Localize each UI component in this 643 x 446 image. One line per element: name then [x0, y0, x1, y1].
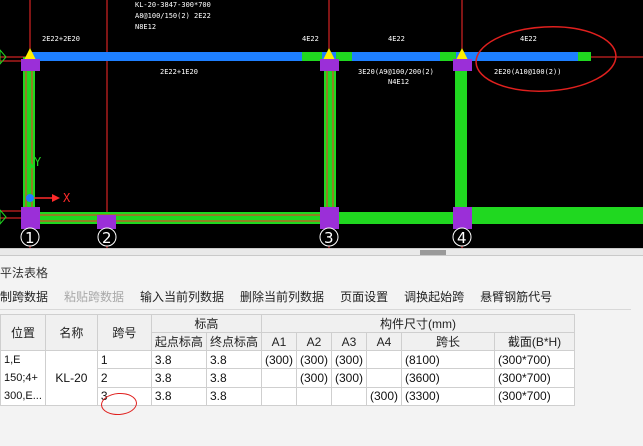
cell-a4[interactable]: [365, 349, 403, 370]
axis-label-1: 1: [25, 229, 35, 247]
copy-span-data-button[interactable]: 复制跨数据: [0, 288, 48, 305]
beam-top-seg-d: [578, 52, 591, 61]
ucs-x-arrow-icon: [52, 194, 60, 202]
cell-a2[interactable]: (300): [295, 368, 332, 388]
cell-end-elev[interactable]: 3.8: [205, 349, 262, 370]
column-1-top[interactable]: [21, 59, 40, 71]
cell-a1[interactable]: (300): [260, 349, 297, 370]
column-3-bottom[interactable]: [320, 207, 339, 229]
header-dims-group: 构件尺寸(mm): [260, 314, 576, 333]
paste-span-data-button[interactable]: 粘贴跨数据: [64, 288, 124, 305]
header-a2[interactable]: A2: [295, 332, 332, 351]
label-2e22-2e20[interactable]: 2E22+2E20: [42, 35, 80, 43]
label-4e22-b[interactable]: 4E22: [388, 35, 405, 43]
delete-column-data-button[interactable]: 删除当前列数据: [240, 288, 324, 305]
label-beam-bottom-3[interactable]: N4E12: [388, 78, 409, 86]
label-beam-bottom-1[interactable]: 2E22+1E20: [160, 68, 198, 76]
splitter-grip-icon[interactable]: [420, 250, 446, 255]
beam-col-4[interactable]: [455, 57, 467, 218]
cell-section[interactable]: (300*700): [494, 368, 576, 388]
axis-label-3: 3: [324, 229, 334, 247]
cell-position[interactable]: 1,E 150;4+ 300,E...: [0, 350, 46, 406]
beam-col-1[interactable]: [23, 57, 35, 218]
header-name[interactable]: 名称: [44, 314, 98, 351]
edge-mark-bottom: [0, 209, 7, 225]
cell-span-length[interactable]: (3600): [401, 368, 496, 388]
beam-top-seg-a: [302, 52, 322, 61]
swap-start-span-button[interactable]: 调换起始跨: [404, 288, 464, 305]
column-4-top[interactable]: [453, 59, 472, 71]
axis-label-2: 2: [102, 229, 112, 247]
label-beam-bottom-2[interactable]: 3E20(A9@100/200(2): [358, 68, 434, 76]
label-4e22-a[interactable]: 4E22: [302, 35, 319, 43]
label-beam-bottom-4[interactable]: 2E20(A10@100(2)): [494, 68, 561, 76]
cell-span-length[interactable]: (3300): [401, 386, 496, 407]
beam-data-table: 位置 名称 跨号 标高 构件尺寸(mm) 起点标高 终点标高 A1 A2 A3 …: [0, 314, 576, 407]
column-3-top[interactable]: [320, 59, 339, 71]
cell-start-elev[interactable]: 3.8: [150, 368, 207, 388]
cell-a3[interactable]: [330, 386, 368, 407]
cell-span[interactable]: 2: [96, 368, 152, 388]
panel-title: 梁平法表格: [0, 266, 49, 280]
cell-span-length[interactable]: (8100): [401, 349, 496, 370]
cell-a4[interactable]: (300): [365, 386, 403, 407]
beam-annotation-line3[interactable]: N8E12: [135, 23, 156, 31]
panel-toolbar: 复制跨数据 粘贴跨数据 输入当前列数据 删除当前列数据 页面设置 调换起始跨 悬…: [0, 284, 631, 310]
table-row[interactable]: 1,E 150;4+ 300,E... KL-20 1 3.8 3.8 (300…: [0, 349, 576, 406]
header-a4[interactable]: A4: [365, 332, 403, 351]
ucs-origin-icon: [26, 194, 34, 202]
cell-start-elev[interactable]: 3.8: [150, 386, 207, 407]
beam-bottom-right[interactable]: [462, 207, 643, 217]
header-a1[interactable]: A1: [260, 332, 297, 351]
header-end-elev[interactable]: 终点标高: [205, 332, 262, 351]
header-span[interactable]: 跨号: [96, 314, 152, 351]
cell-a4[interactable]: [365, 368, 403, 388]
header-a3[interactable]: A3: [330, 332, 368, 351]
beam-annotation-line2[interactable]: A8@100/150(2) 2E22: [135, 12, 211, 20]
label-4e22-c[interactable]: 4E22: [520, 35, 537, 43]
input-column-data-button[interactable]: 输入当前列数据: [140, 288, 224, 305]
cad-canvas[interactable]: Y X KL-20-3847-300*700 A8@100/150(2) 2E2…: [0, 0, 643, 248]
cell-a3[interactable]: (300): [330, 349, 368, 370]
page-setup-button[interactable]: 页面设置: [340, 288, 388, 305]
column-1-bottom[interactable]: [21, 207, 40, 229]
cantilever-rebar-code-button[interactable]: 悬臂钢筋代号: [480, 288, 552, 305]
cell-end-elev[interactable]: 3.8: [205, 386, 262, 407]
drawing-svg[interactable]: Y X KL-20-3847-300*700 A8@100/150(2) 2E2…: [0, 0, 643, 248]
beam-annotation-line1[interactable]: KL-20-3847-300*700: [135, 1, 211, 9]
beam-col-3[interactable]: [324, 57, 336, 218]
cell-a1[interactable]: [260, 368, 297, 388]
cell-end-elev[interactable]: 3.8: [205, 368, 262, 388]
cell-span[interactable]: 3: [96, 386, 152, 407]
cell-start-elev[interactable]: 3.8: [150, 349, 207, 370]
header-span-length[interactable]: 跨长: [401, 332, 496, 351]
cell-a2[interactable]: [295, 386, 332, 407]
cell-section[interactable]: (300*700): [494, 386, 576, 407]
ucs-y-label: Y: [34, 155, 42, 169]
panel-splitter[interactable]: [0, 248, 643, 256]
axis-label-4: 4: [457, 229, 467, 247]
header-section[interactable]: 截面(B*H): [494, 332, 576, 351]
cell-name[interactable]: KL-20: [44, 350, 98, 406]
header-elevation-group: 标高: [150, 314, 262, 333]
cell-span[interactable]: 1: [96, 349, 152, 370]
header-position[interactable]: 位置: [0, 314, 46, 351]
beam-table-panel: 梁平法表格 复制跨数据 粘贴跨数据 输入当前列数据 删除当前列数据 页面设置 调…: [0, 256, 643, 446]
cell-a2[interactable]: (300): [295, 349, 332, 370]
header-start-elev[interactable]: 起点标高: [150, 332, 207, 351]
cell-a3[interactable]: (300): [330, 368, 368, 388]
cell-a1[interactable]: [260, 386, 297, 407]
ucs-x-label: X: [63, 191, 71, 205]
column-4-bottom[interactable]: [453, 207, 472, 229]
column-2-bottom[interactable]: [97, 215, 116, 229]
cell-section[interactable]: (300*700): [494, 349, 576, 370]
